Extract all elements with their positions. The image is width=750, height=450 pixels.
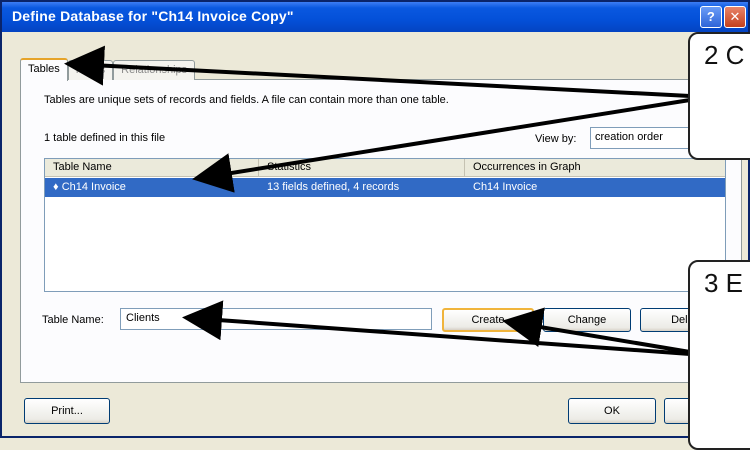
callout-step-3-line-2: a: [704, 364, 750, 398]
arrow-to-tables-tab: [64, 45, 691, 98]
callout-step-3-line-1: 3 E: [704, 268, 744, 298]
callout-step-2-line-2: I: [704, 72, 750, 106]
callout-step-2-line-1: 2 C: [704, 40, 745, 70]
arrow-to-table-name-input: [182, 300, 691, 356]
callout-step-2: 2 C I t: [688, 32, 750, 160]
arrow-to-table-row: [192, 98, 691, 193]
callout-step-2-line-3: t: [704, 106, 750, 140]
annotation-arrows: [64, 45, 691, 356]
callout-step-3: 3 E a: [688, 260, 750, 450]
